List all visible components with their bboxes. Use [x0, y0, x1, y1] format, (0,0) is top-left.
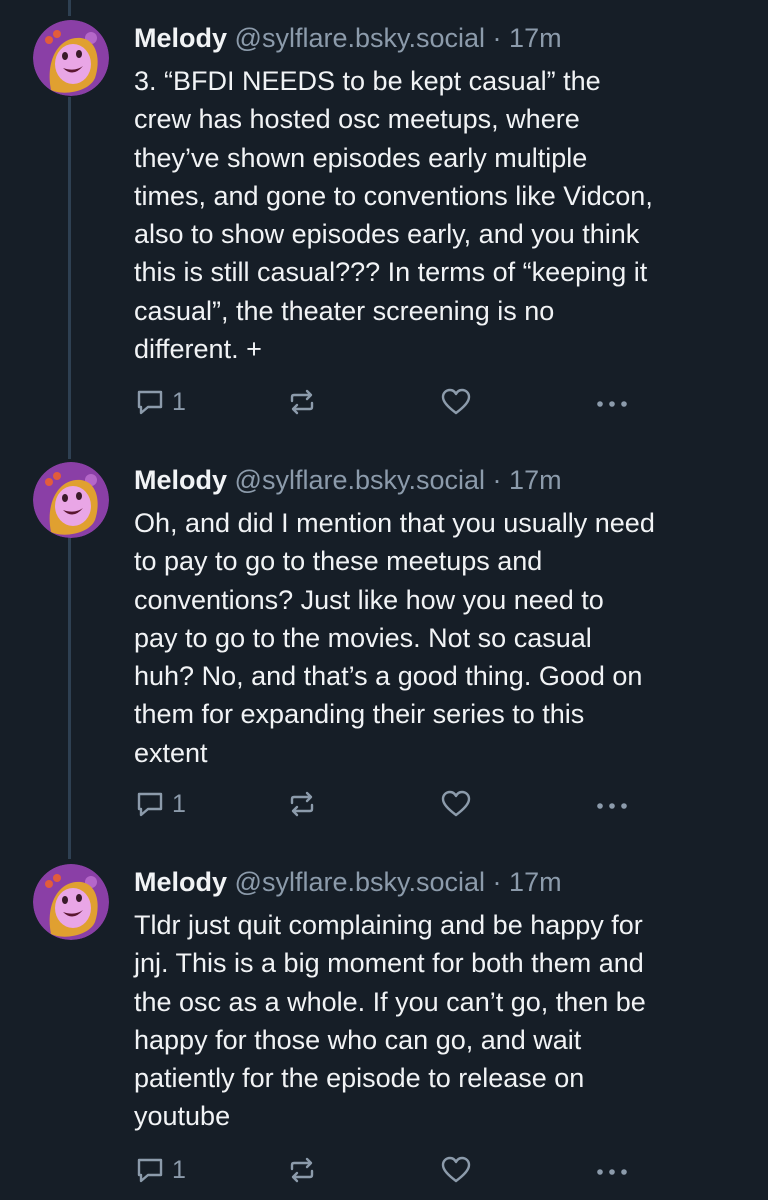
post-text-line: crew has hosted osc meetups, where [134, 104, 580, 135]
post-text-line: Oh, and did I mention that you usually n… [134, 508, 655, 538]
post-time[interactable]: 17m [509, 23, 562, 53]
separator-dot: · [492, 23, 502, 53]
thread-line [68, 97, 71, 459]
like-button[interactable] [440, 1152, 472, 1188]
post-text-line: youtube [134, 1101, 231, 1132]
repost-button[interactable] [286, 786, 318, 822]
post-text-line: pay to go to the movies. Not so casual [134, 622, 592, 653]
repost-icon [290, 1157, 314, 1183]
avatar-image [33, 462, 109, 538]
post-text-line: happy for those who can go, and wait [134, 1024, 582, 1055]
post-text-line: to pay to go to these meetups and [134, 546, 543, 577]
author-handle[interactable]: @sylflare.bsky.social [235, 867, 485, 897]
like-icon [441, 388, 471, 415]
separator-dot: · [492, 465, 502, 495]
like-button[interactable] [440, 384, 472, 420]
more-icon [597, 401, 627, 407]
reply-icon [137, 390, 163, 415]
reply-button[interactable]: 1 [134, 1152, 186, 1188]
post-text-line: Tldr just quit complaining and be happy … [134, 910, 643, 940]
avatar[interactable] [33, 20, 109, 96]
post-text-line: times, and gone to conventions like Vidc… [134, 180, 653, 211]
post-text-line: them for expanding their series to this [134, 699, 585, 730]
more-icon [597, 1169, 627, 1175]
post-text: 3. “BFDI NEEDS to be kept casual” the cr… [134, 62, 744, 368]
author-handle[interactable]: @sylflare.bsky.social [235, 465, 485, 495]
avatar[interactable] [33, 462, 109, 538]
post-text-line: the osc as a whole. If you can’t go, the… [134, 986, 646, 1017]
post-header: Melody @sylflare.bsky.social · 17m [134, 864, 562, 900]
post-text: Tldr just quit complaining and be happy … [134, 906, 744, 1136]
separator-dot: · [492, 867, 502, 897]
post-time[interactable]: 17m [509, 867, 562, 897]
reply-count: 1 [172, 789, 186, 818]
author-handle[interactable]: @sylflare.bsky.social [235, 23, 485, 53]
post-text-line: huh? No, and that’s a good thing. Good o… [134, 661, 643, 692]
post-text: Oh, and did I mention that you usually n… [134, 504, 744, 772]
more-options-button[interactable] [594, 384, 630, 420]
post-text-line: jnj. This is a big moment for both them … [134, 948, 644, 979]
post-text-line: patiently for the episode to release on [134, 1063, 585, 1094]
post-actions: 1 [134, 786, 634, 822]
repost-icon [290, 791, 314, 817]
reply-button[interactable]: 1 [134, 384, 186, 420]
post-text-line: 3. “BFDI NEEDS to be kept casual” the [134, 66, 601, 96]
more-options-button[interactable] [594, 1152, 630, 1188]
like-icon [441, 1156, 471, 1183]
reply-count: 1 [172, 1155, 186, 1184]
post-header: Melody @sylflare.bsky.social · 17m [134, 20, 562, 56]
reply-icon [137, 1158, 163, 1183]
more-icon [597, 803, 627, 809]
post-text-line: conventions? Just like how you need to [134, 584, 604, 615]
post-actions: 1 [134, 1152, 634, 1188]
more-options-button[interactable] [594, 786, 630, 822]
post-text-line: extent [134, 737, 208, 768]
thread-line [68, 537, 71, 859]
reply-count: 1 [172, 387, 186, 416]
like-button[interactable] [440, 786, 472, 822]
author-name[interactable]: Melody [134, 23, 227, 53]
post-text-line: also to show episodes early, and you thi… [134, 219, 640, 250]
repost-icon [290, 389, 314, 415]
post-text-line: they’ve shown episodes early multiple [134, 142, 588, 173]
post-header: Melody @sylflare.bsky.social · 17m [134, 462, 562, 498]
like-icon [441, 790, 471, 817]
post-text-line: this is still casual??? In terms of “kee… [134, 257, 648, 288]
post-text-line: different. + [134, 334, 262, 365]
thread-line [68, 0, 71, 16]
reply-icon [137, 792, 163, 817]
avatar-image [33, 20, 109, 96]
repost-button[interactable] [286, 1152, 318, 1188]
reply-button[interactable]: 1 [134, 786, 186, 822]
post-text-line: casual”, the theater screening is no [134, 295, 555, 326]
post-time[interactable]: 17m [509, 465, 562, 495]
repost-button[interactable] [286, 384, 318, 420]
avatar[interactable] [33, 864, 109, 940]
post-actions: 1 [134, 384, 634, 420]
author-name[interactable]: Melody [134, 465, 227, 495]
author-name[interactable]: Melody [134, 867, 227, 897]
avatar-image [33, 864, 109, 940]
